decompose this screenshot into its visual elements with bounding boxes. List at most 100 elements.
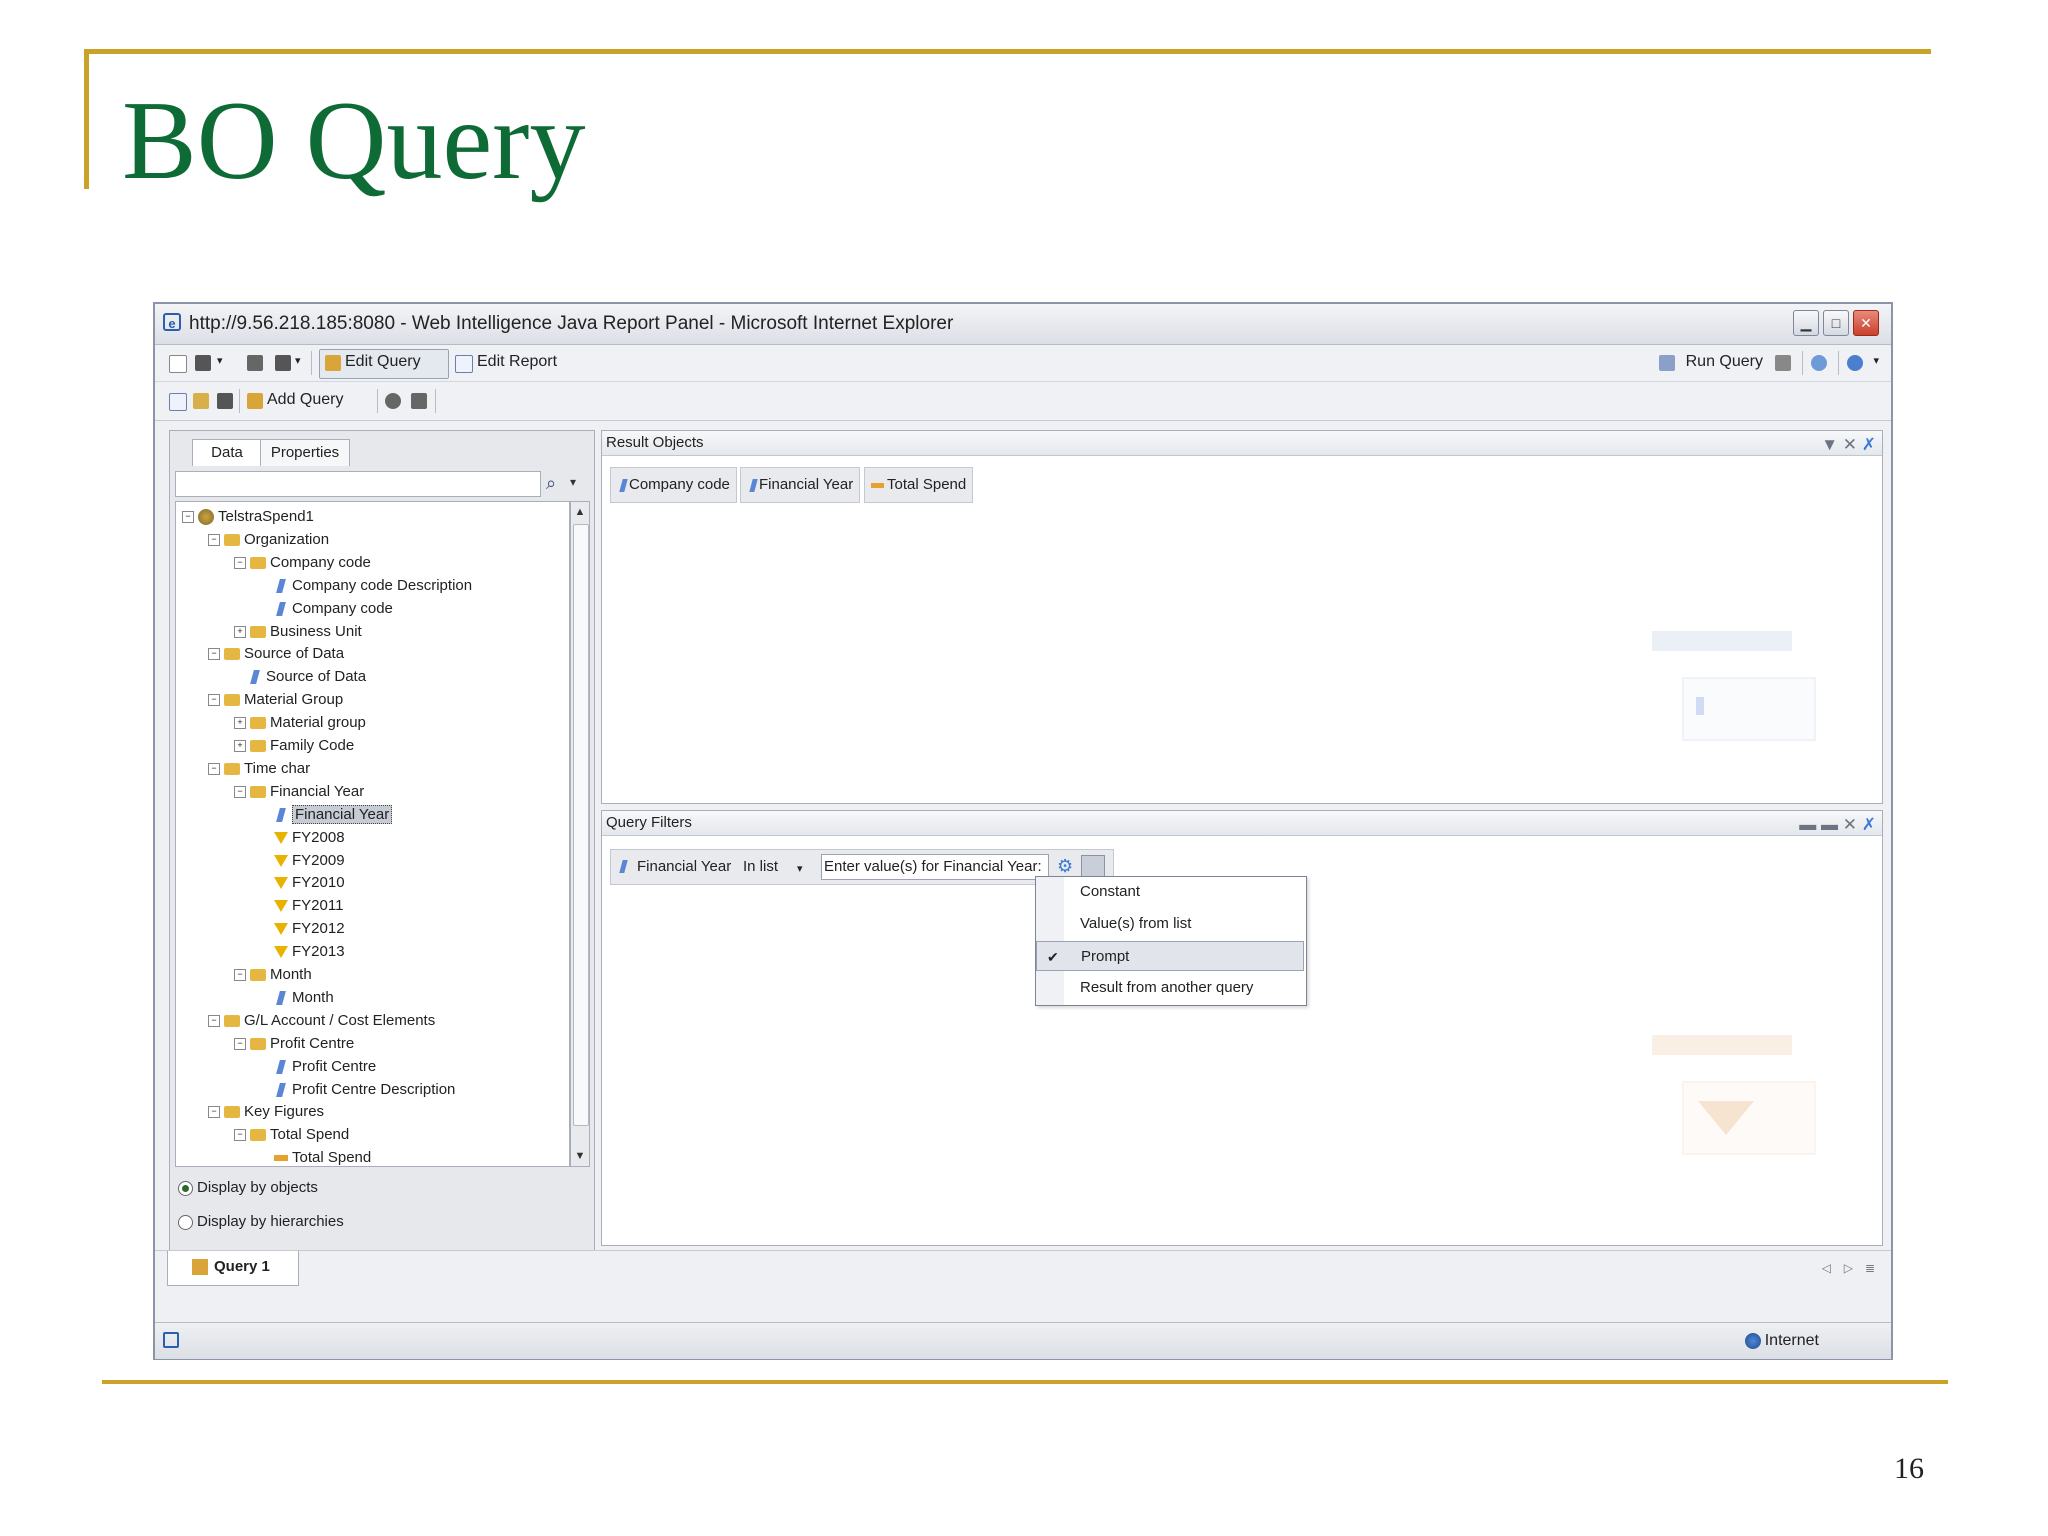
tree-node[interactable]: Profit Centre Description bbox=[260, 1079, 455, 1101]
menu-item-values-from-list[interactable]: Value(s) from list bbox=[1036, 909, 1304, 939]
tree-node[interactable]: FY2013 bbox=[260, 941, 345, 963]
tree-node[interactable]: − G/L Account / Cost Elements bbox=[208, 1010, 435, 1032]
operator-dropdown-icon[interactable]: ▾ bbox=[797, 862, 803, 875]
properties-icon[interactable] bbox=[193, 393, 209, 409]
tab-list-icon[interactable]: ≣ bbox=[1865, 1261, 1875, 1275]
collapse-icon[interactable]: − bbox=[234, 1037, 246, 1050]
collapse-icon[interactable]: − bbox=[208, 762, 220, 775]
tree-node[interactable]: Source of Data bbox=[234, 666, 366, 688]
new-document-icon[interactable] bbox=[169, 355, 187, 373]
collapse-icon[interactable]: − bbox=[208, 1106, 220, 1119]
expand-icon[interactable]: + bbox=[234, 625, 246, 638]
refresh-icon[interactable] bbox=[1811, 355, 1827, 371]
scroll-up-icon[interactable]: ▲ bbox=[573, 504, 587, 520]
tree-node[interactable]: FY2011 bbox=[260, 895, 343, 917]
search-dropdown-icon[interactable]: ▾ bbox=[570, 475, 576, 489]
tree-node[interactable]: + Business Unit bbox=[234, 621, 362, 643]
scroll-down-icon[interactable]: ▼ bbox=[573, 1148, 587, 1164]
menu-item-constant[interactable]: Constant bbox=[1036, 877, 1304, 907]
tree-node[interactable]: FY2010 bbox=[260, 872, 345, 894]
collapse-icon[interactable]: − bbox=[234, 969, 246, 982]
result-object-financial-year[interactable]: Financial Year bbox=[740, 467, 861, 503]
tree-node[interactable]: + Family Code bbox=[234, 735, 354, 757]
edit-report-icon[interactable] bbox=[455, 355, 473, 373]
display-by-objects-option[interactable]: Display by objects bbox=[178, 1179, 318, 1196]
tree-node[interactable]: − Financial Year bbox=[234, 781, 364, 803]
menu-item-prompt[interactable]: ✔ Prompt bbox=[1036, 941, 1304, 971]
tree-node[interactable]: Total Spend bbox=[260, 1147, 371, 1166]
tree-node[interactable]: Company code bbox=[260, 598, 393, 620]
sql-icon[interactable] bbox=[217, 393, 233, 409]
tab-query-1[interactable]: Query 1 bbox=[167, 1251, 299, 1286]
help-icon[interactable] bbox=[1847, 355, 1863, 371]
tab-data[interactable]: Data bbox=[192, 439, 262, 466]
run-query-icon[interactable] bbox=[1659, 355, 1675, 371]
add-query-icon[interactable] bbox=[247, 393, 263, 409]
prompt-text-input[interactable]: Enter value(s) for Financial Year: bbox=[821, 854, 1049, 880]
universe-tree[interactable]: − TelstraSpend1 − Organization − Company code… bbox=[175, 501, 570, 1167]
tree-node[interactable]: − Time char bbox=[208, 758, 310, 780]
minimize-button[interactable]: ▁ bbox=[1793, 310, 1819, 336]
edit-report-button[interactable]: Edit Report bbox=[477, 353, 557, 371]
tree-scrollbar[interactable]: ▲ ▼ bbox=[570, 501, 590, 1167]
collapse-icon[interactable]: − bbox=[208, 533, 220, 546]
tab-scroll-left-icon[interactable]: ◁ bbox=[1822, 1261, 1831, 1275]
save-icon[interactable] bbox=[195, 355, 211, 371]
collapse-icon[interactable]: − bbox=[208, 1014, 220, 1027]
save-dropdown-icon[interactable]: ▾ bbox=[217, 354, 223, 367]
tree-node[interactable]: − Organization bbox=[208, 529, 329, 551]
combine-query-icon[interactable] bbox=[385, 393, 401, 409]
tree-node[interactable]: − Company code bbox=[234, 552, 371, 574]
tree-node[interactable]: FY2008 bbox=[260, 827, 345, 849]
remove-icon[interactable]: ✕ bbox=[1843, 435, 1857, 454]
tree-node[interactable]: − Profit Centre bbox=[234, 1033, 354, 1055]
result-object-company-code[interactable]: Company code bbox=[610, 467, 737, 503]
tree-node[interactable]: − Source of Data bbox=[208, 643, 344, 665]
scroll-thumb[interactable] bbox=[573, 524, 589, 1126]
radio-display-by-hierarchies[interactable] bbox=[178, 1214, 193, 1230]
prompt-properties-icon[interactable]: ⚙ bbox=[1057, 856, 1073, 877]
scope-icon[interactable] bbox=[411, 393, 427, 409]
tab-scroll-right-icon[interactable]: ▷ bbox=[1844, 1261, 1853, 1275]
display-by-hierarchies-option[interactable]: Display by hierarchies bbox=[178, 1213, 344, 1230]
collapse-icon[interactable]: − bbox=[234, 785, 246, 798]
binoculars-icon[interactable]: ⌕ bbox=[546, 473, 556, 494]
tree-node[interactable]: Month bbox=[260, 987, 334, 1009]
maximize-button[interactable]: □ bbox=[1823, 310, 1849, 336]
tab-properties[interactable]: Properties bbox=[260, 439, 350, 466]
tree-node[interactable]: − Material Group bbox=[208, 689, 343, 711]
and-or-icon[interactable]: ▬ bbox=[1799, 815, 1816, 834]
tree-node[interactable]: FY2009 bbox=[260, 850, 345, 872]
purge-icon[interactable] bbox=[1775, 355, 1791, 371]
export-dropdown-icon[interactable]: ▾ bbox=[295, 354, 301, 367]
query-panel-icon[interactable] bbox=[169, 393, 187, 411]
help-dropdown-icon[interactable]: ▾ bbox=[1873, 354, 1879, 367]
tree-node[interactable]: − TelstraSpend1 bbox=[182, 506, 314, 528]
export-icon[interactable] bbox=[275, 355, 291, 371]
tree-node[interactable]: Company code Description bbox=[260, 575, 472, 597]
remove-icon[interactable]: ✕ bbox=[1843, 815, 1857, 834]
search-input[interactable] bbox=[175, 471, 541, 497]
radio-display-by-objects[interactable] bbox=[178, 1180, 193, 1196]
tree-node[interactable]: + Material group bbox=[234, 712, 366, 734]
print-icon[interactable] bbox=[247, 355, 263, 371]
tree-node[interactable]: Financial Year bbox=[260, 804, 393, 826]
expand-icon[interactable]: + bbox=[234, 717, 246, 730]
tree-node[interactable]: Profit Centre bbox=[260, 1056, 376, 1078]
tree-node[interactable]: − Key Figures bbox=[208, 1101, 324, 1123]
tree-node[interactable]: FY2012 bbox=[260, 918, 345, 940]
remove-all-icon[interactable]: ✗ bbox=[1862, 435, 1876, 454]
tree-node[interactable]: − Month bbox=[234, 964, 312, 986]
collapse-icon[interactable]: − bbox=[182, 511, 194, 524]
collapse-icon[interactable]: − bbox=[208, 694, 220, 707]
run-query-button[interactable]: Run Query bbox=[1686, 353, 1763, 371]
result-objects-panel[interactable]: Result Objects ▼ ✕ ✗ Company code Financ… bbox=[601, 430, 1883, 804]
collapse-icon[interactable]: − bbox=[234, 556, 246, 569]
collapse-icon[interactable]: − bbox=[208, 648, 220, 661]
menu-item-result-from-another-query[interactable]: Result from another query bbox=[1036, 973, 1304, 1003]
filter-icon[interactable]: ▼ bbox=[1821, 435, 1838, 454]
add-query-button[interactable]: Add Query bbox=[267, 391, 343, 409]
close-button[interactable]: ✕ bbox=[1853, 310, 1879, 336]
collapse-icon[interactable]: − bbox=[234, 1129, 246, 1142]
filter-operator-select[interactable]: In list bbox=[743, 858, 778, 875]
